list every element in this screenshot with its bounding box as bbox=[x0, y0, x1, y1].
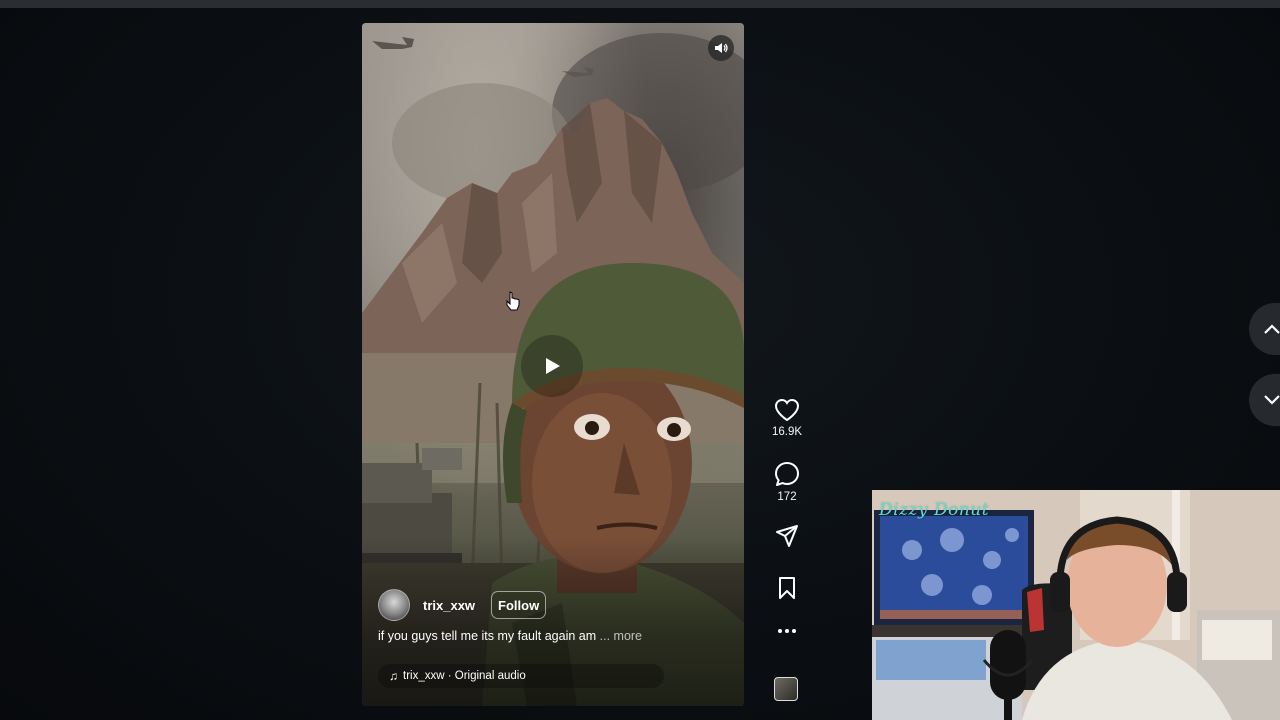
audio-link[interactable]: ♫ trix_xxw · Original audio bbox=[378, 664, 664, 688]
caption-more-link[interactable]: ... more bbox=[600, 629, 642, 643]
caption: if you guys tell me its my fault again a… bbox=[378, 629, 642, 643]
comment-count: 172 bbox=[777, 491, 797, 503]
avatar[interactable] bbox=[378, 589, 410, 621]
caption-text: if you guys tell me its my fault again a… bbox=[378, 629, 597, 643]
webcam-feed bbox=[872, 490, 1280, 720]
play-button[interactable] bbox=[521, 335, 583, 397]
play-icon bbox=[546, 358, 560, 374]
audio-thumbnail[interactable] bbox=[774, 677, 798, 701]
webcam-overlay: Dizzy Donut bbox=[872, 490, 1280, 720]
more-action bbox=[768, 628, 806, 634]
like-count: 16.9K bbox=[771, 426, 803, 438]
save-action bbox=[768, 576, 806, 600]
author-row: trix_xxw Follow bbox=[378, 589, 547, 621]
audio-label: trix_xxw · Original audio bbox=[403, 670, 526, 682]
music-note-icon: ♫ bbox=[389, 669, 398, 683]
webcam-overlay-text: Dizzy Donut bbox=[879, 500, 990, 520]
share-icon[interactable] bbox=[775, 524, 799, 548]
like-action: 16.9K bbox=[768, 398, 806, 438]
chevron-down-icon bbox=[1264, 395, 1280, 405]
browser-top-strip bbox=[0, 0, 1280, 8]
heart-icon[interactable] bbox=[774, 398, 800, 422]
bookmark-icon[interactable] bbox=[777, 576, 797, 600]
comment-action: 172 bbox=[768, 461, 806, 503]
more-icon[interactable] bbox=[777, 628, 797, 634]
reel-video[interactable]: trix_xxw Follow if you guys tell me its … bbox=[362, 23, 744, 706]
share-action bbox=[768, 524, 806, 548]
username-link[interactable]: trix_xxw bbox=[423, 598, 475, 613]
speaker-icon bbox=[715, 43, 728, 53]
mute-button[interactable] bbox=[708, 35, 734, 61]
chevron-up-icon bbox=[1264, 324, 1280, 334]
comment-icon[interactable] bbox=[774, 461, 800, 487]
follow-button[interactable]: Follow bbox=[491, 591, 547, 619]
mouse-cursor-icon bbox=[506, 291, 520, 311]
